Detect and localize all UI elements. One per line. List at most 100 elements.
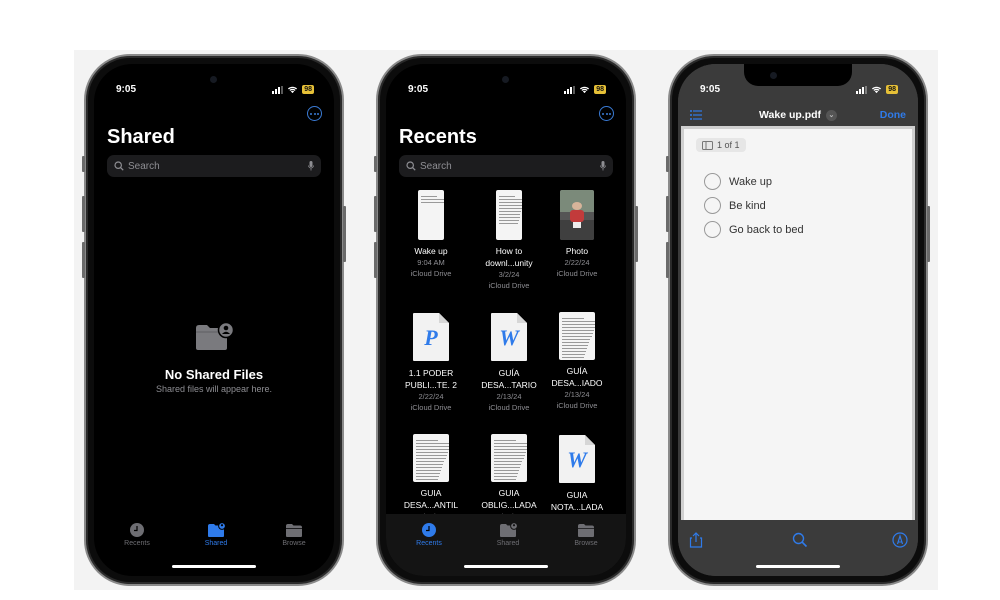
chevron-down-icon[interactable]: ⌄ <box>825 109 837 121</box>
screen: 9:05 98 Shared Search No Shared Files Sh <box>94 64 334 576</box>
tab-recents[interactable]: Recents <box>107 522 167 547</box>
shared-folder-icon <box>500 522 517 537</box>
search-icon[interactable] <box>792 532 808 548</box>
tab-bar: Recents Shared Browse <box>386 514 626 576</box>
search-icon <box>114 161 124 171</box>
document-title-text: Wake up.pdf <box>759 109 822 121</box>
file-date: 9:04 AM <box>417 258 445 267</box>
tab-label: Browse <box>282 540 306 547</box>
home-indicator[interactable] <box>464 565 548 568</box>
battery-indicator: 98 <box>594 85 606 94</box>
home-indicator[interactable] <box>172 565 256 568</box>
file-name-line: 1.1 PODER <box>408 368 454 378</box>
file-name-line: Photo <box>565 246 589 256</box>
more-options-button[interactable] <box>307 106 322 121</box>
microphone-icon[interactable] <box>600 161 606 171</box>
search-field[interactable]: Search <box>107 155 321 177</box>
tab-recents[interactable]: Recents <box>399 522 459 547</box>
document-thumbnail <box>559 312 595 360</box>
volume-up-button <box>82 196 85 232</box>
page-indicator[interactable]: 1 of 1 <box>696 138 746 152</box>
checkbox-circle-icon <box>704 221 721 238</box>
todo-text: Be kind <box>729 199 766 212</box>
document-thumbnail <box>491 434 527 482</box>
power-button <box>343 206 346 262</box>
front-camera <box>770 72 777 79</box>
tab-shared[interactable]: Shared <box>478 522 538 547</box>
wifi-icon <box>580 86 590 94</box>
tab-browse[interactable]: Browse <box>556 522 616 547</box>
file-location: iCloud Drive <box>410 403 452 412</box>
power-button <box>927 206 930 262</box>
file-name-line: GUIA <box>420 488 442 498</box>
file-name: 1.1 PODER PUBLI...TE. 2 <box>391 367 471 391</box>
file-name: Photo <box>537 245 617 257</box>
tab-shared[interactable]: Shared <box>186 522 246 547</box>
document-thumbnail <box>413 434 449 482</box>
done-button[interactable]: Done <box>880 109 906 121</box>
status-bar: 9:05 98 <box>678 82 918 98</box>
side-button <box>82 156 85 172</box>
pages-document-icon: P <box>412 312 450 362</box>
phone-shared: 9:05 98 Shared Search No Shared Files Sh <box>82 54 346 586</box>
file-item[interactable]: P 1.1 PODER PUBLI...TE. 2 2/22/24 iCloud Dri… <box>391 312 471 413</box>
word-document-icon: W <box>558 434 596 484</box>
page-title: Shared <box>107 126 175 148</box>
battery-indicator: 98 <box>886 85 898 94</box>
search-field[interactable]: Search <box>399 155 613 177</box>
file-location: iCloud Drive <box>488 281 530 290</box>
empty-state: No Shared Files Shared files will appear… <box>94 321 334 394</box>
volume-down-button <box>374 242 377 278</box>
signal-icon <box>856 85 868 94</box>
volume-up-button <box>374 196 377 232</box>
file-glyph: P <box>423 325 438 350</box>
file-name-line: GUÍA <box>566 366 588 376</box>
tab-label: Recents <box>124 540 150 547</box>
file-name: GUIA NOTA...LADA <box>537 489 617 513</box>
file-name: GUIA DESA...ANTIL <box>391 487 471 511</box>
side-button <box>666 156 669 172</box>
checkbox-circle-icon <box>704 173 721 190</box>
share-icon[interactable] <box>688 532 704 548</box>
page-title: Recents <box>399 126 477 148</box>
word-document-icon: W <box>490 312 528 362</box>
file-location: iCloud Drive <box>556 269 598 278</box>
tab-bar: Recents Shared Browse <box>94 514 334 576</box>
search-placeholder: Search <box>420 160 452 172</box>
file-item[interactable]: Wake up 9:04 AM iCloud Drive <box>391 190 471 279</box>
file-item[interactable]: Photo 2/22/24 iCloud Drive <box>537 190 617 279</box>
file-item[interactable]: GUIADESA...ANTIL2/13/24 <box>391 434 471 522</box>
status-time: 9:05 <box>408 84 429 95</box>
file-name-line: PUBLI...TE. 2 <box>405 380 457 390</box>
file-date: 2/13/24 <box>564 390 590 399</box>
wifi-icon <box>288 86 298 94</box>
signal-icon <box>564 85 576 94</box>
todo-item: Be kind <box>704 197 766 214</box>
signal-icon <box>272 85 284 94</box>
photo-thumbnail <box>560 190 594 240</box>
file-name-line: DESA...ANTIL <box>403 500 459 510</box>
document-thumbnail <box>496 190 522 240</box>
file-glyph: W <box>567 447 588 472</box>
todo-item: Wake up <box>704 173 772 190</box>
volume-down-button <box>82 242 85 278</box>
search-placeholder: Search <box>128 160 160 172</box>
file-name-line: Wake up <box>414 246 448 256</box>
todo-item: Go back to bed <box>704 221 804 238</box>
more-options-button[interactable] <box>599 106 614 121</box>
microphone-icon[interactable] <box>308 161 314 171</box>
wifi-icon <box>872 86 882 94</box>
screen: 9:05 98 Recents Search Wake up 9:04 AM iCl… <box>386 64 626 576</box>
sidebar-icon <box>702 140 713 150</box>
home-indicator[interactable] <box>756 565 840 568</box>
clock-icon <box>130 523 144 537</box>
bottom-toolbar <box>678 520 918 576</box>
markup-icon[interactable] <box>892 532 908 548</box>
file-name: GUÍA DESA...IADO <box>537 365 617 389</box>
pdf-page: 1 of 1 Wake up Be kind Go back to bed <box>681 126 915 520</box>
file-name-line: DESA...IADO <box>551 378 603 388</box>
file-name: Wake up <box>391 245 471 257</box>
file-item[interactable]: GUÍA DESA...IADO 2/13/24 iCloud Drive <box>537 312 617 411</box>
file-item[interactable]: WGUIANOTA...LADA1/29/24 <box>537 434 617 524</box>
tab-browse[interactable]: Browse <box>264 522 324 547</box>
